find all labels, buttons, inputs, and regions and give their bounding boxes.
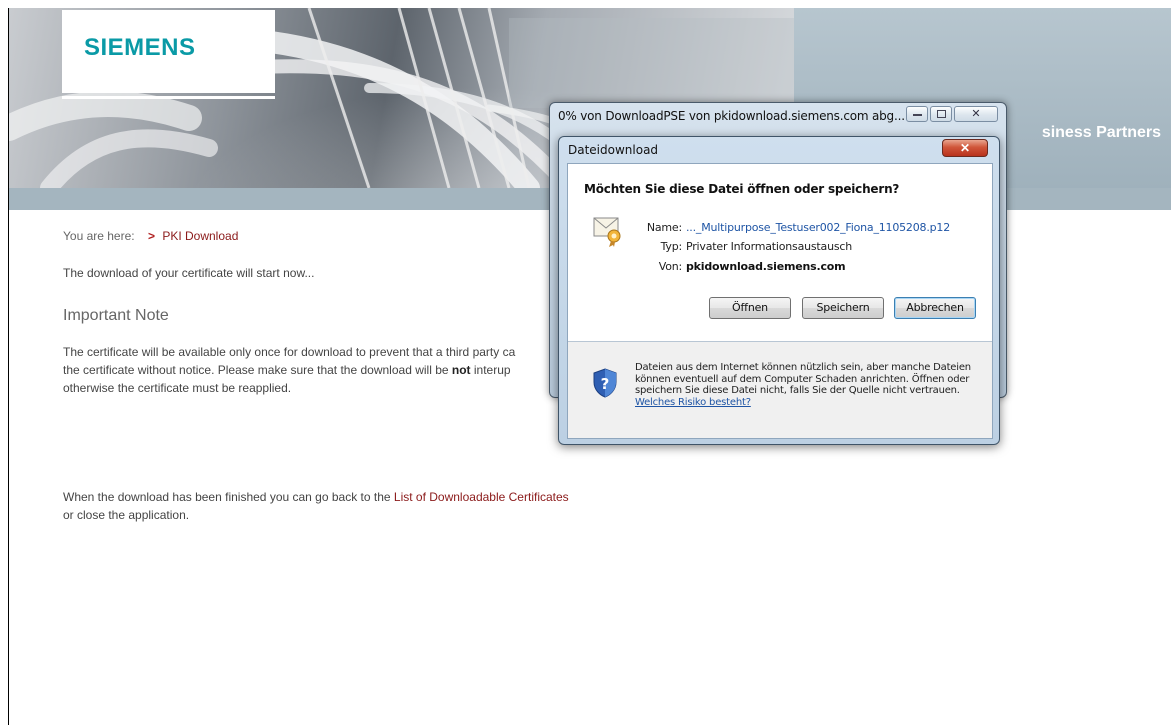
breadcrumb: You are here: > PKI Download xyxy=(63,229,238,243)
note-line-1: The certificate will be available only o… xyxy=(63,345,516,359)
file-source-label: Von: xyxy=(658,260,682,273)
maximize-button[interactable] xyxy=(930,106,952,122)
close-icon: ✕ xyxy=(959,141,971,155)
finish-line-1: When the download has been finished you … xyxy=(63,488,569,506)
progress-close-button[interactable]: ✕ xyxy=(954,106,998,122)
chevron-right-icon: > xyxy=(147,229,155,243)
cancel-button[interactable]: Abbrechen xyxy=(894,297,976,319)
dialog-title: Dateidownload xyxy=(568,143,659,157)
note-line-2: the certificate without notice. Please m… xyxy=(63,361,515,379)
progress-window-title: 0% von DownloadPSE von pkidownload.sieme… xyxy=(558,109,905,123)
file-name-value: ..._Multipurpose_Testuser002_Fiona_11052… xyxy=(686,221,951,234)
note-line-3: otherwise the certificate must be reappl… xyxy=(63,381,292,395)
note-emphasis: not xyxy=(451,363,471,377)
risk-link[interactable]: Welches Risiko besteht? xyxy=(635,397,751,408)
note-line-2-start: the certificate without notice. Please m… xyxy=(63,363,452,377)
header-tagline: siness Partners xyxy=(1041,124,1161,141)
breadcrumb-current[interactable]: PKI Download xyxy=(162,229,238,243)
file-download-dialog[interactable]: Dateidownload ✕ Möchten Sie diese Datei … xyxy=(558,136,1000,445)
dialog-warning-area: ? Dateien aus dem Internet können nützli… xyxy=(568,342,992,438)
important-note-heading: Important Note xyxy=(63,307,169,324)
note-line-2-end: interup xyxy=(470,363,511,377)
downloadable-certificates-link[interactable]: List of Downloadable Certificates xyxy=(394,490,569,504)
important-note-text: The certificate will be available only o… xyxy=(63,343,515,397)
warning-text: Dateien aus dem Internet können nützlich… xyxy=(635,362,980,408)
file-source-value: pkidownload.siemens.com xyxy=(686,260,846,273)
breadcrumb-label: You are here: xyxy=(63,229,135,243)
finish-line-1-text: When the download has been finished you … xyxy=(63,490,394,504)
file-cert-icon xyxy=(593,217,621,247)
svg-text:?: ? xyxy=(601,375,610,393)
warning-message: Dateien aus dem Internet können nützlich… xyxy=(635,362,971,396)
minimize-button[interactable] xyxy=(906,106,928,122)
shield-question-icon: ? xyxy=(593,368,617,398)
file-name-label: Name: xyxy=(646,221,682,234)
save-button[interactable]: Speichern xyxy=(802,297,884,319)
close-icon: ✕ xyxy=(971,108,981,120)
file-type-value: Privater Informationsaustausch xyxy=(686,240,852,253)
minimize-icon xyxy=(913,114,922,116)
dialog-close-button[interactable]: ✕ xyxy=(942,139,988,157)
file-type-label: Typ: xyxy=(660,240,683,253)
finish-line-2: or close the application. xyxy=(63,508,190,522)
siemens-logo[interactable]: SIEMENS xyxy=(62,10,275,93)
dialog-body: Möchten Sie diese Datei öffnen oder spei… xyxy=(567,163,993,439)
open-button[interactable]: Öffnen xyxy=(709,297,791,319)
logo-underline xyxy=(62,96,275,99)
download-start-text: The download of your certificate will st… xyxy=(63,266,315,280)
maximize-icon xyxy=(937,110,946,118)
dialog-question: Möchten Sie diese Datei öffnen oder spei… xyxy=(584,182,900,196)
finish-text: When the download has been finished you … xyxy=(63,488,569,524)
logo-text: SIEMENS xyxy=(84,34,196,61)
